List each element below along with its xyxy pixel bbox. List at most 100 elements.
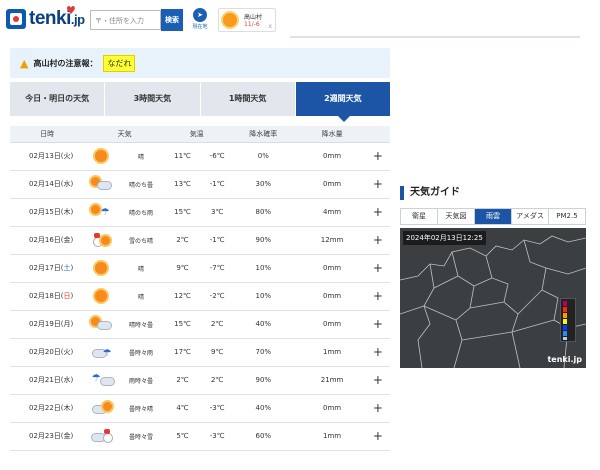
expand-plus-icon[interactable]: +	[365, 310, 390, 339]
guide-tab-satellite[interactable]: 衛星	[401, 209, 438, 224]
header-temp: 気温	[165, 126, 229, 143]
expand-plus-icon[interactable]: +	[365, 394, 390, 423]
rain-radar-map[interactable]: 2024年02月13日12:25 tenki.jp	[400, 228, 586, 368]
weather-label: 曇時々晴	[117, 394, 166, 423]
precip-probability: 90%	[228, 366, 299, 395]
table-row[interactable]: 02月14日(水) 晴のち曇 13℃ -1℃ 30% 0mm +	[10, 170, 390, 199]
tab-2-week[interactable]: 2週間天気	[295, 82, 390, 122]
header-pop: 降水確率	[228, 126, 299, 143]
forecast-date: 02月20日(火)	[10, 338, 85, 367]
advisory-banner: ▲ 高山村の注意報： なだれ	[10, 48, 390, 78]
tab-today-tomorrow[interactable]: 今日・明日の天気	[10, 82, 105, 116]
sunny-icon	[89, 259, 113, 277]
weather-label: 雪のち晴	[117, 226, 166, 255]
high-temp: 2℃	[165, 366, 200, 395]
precip-amount: 21mm	[298, 366, 366, 395]
expand-plus-icon[interactable]: +	[365, 282, 390, 311]
header-precip: 降水量	[298, 126, 366, 143]
current-location-button[interactable]: ➤ 現在地	[188, 8, 212, 32]
top-bar: tenki.jp ♥ 〒・住所を入力 検索 ➤ 現在地 高山村 11/-6 x	[0, 0, 600, 40]
guide-tab-rain-radar[interactable]: 雨雲	[475, 209, 512, 224]
forecast-date: 02月16日(金)	[10, 226, 85, 255]
expand-plus-icon[interactable]: +	[365, 170, 390, 199]
weather-label: 曇時々雪	[117, 422, 166, 451]
high-temp: 2℃	[165, 226, 200, 255]
guide-tab-weather-map[interactable]: 天気図	[438, 209, 475, 224]
cloudy-rain-icon: ☂	[89, 343, 113, 361]
expand-plus-icon[interactable]: +	[365, 254, 390, 283]
forecast-date: 02月18日(日)	[10, 282, 85, 311]
table-row[interactable]: 02月20日(火) ☂ 曇時々雨 17℃ 9℃ 70% 1mm +	[10, 338, 390, 367]
low-temp: 2℃	[199, 366, 229, 395]
table-row[interactable]: 02月19日(月) 晴時々曇 15℃ 2℃ 40% 0mm +	[10, 310, 390, 339]
tab-3-hour[interactable]: 3時間天気	[105, 82, 200, 116]
weather-label: 晴	[117, 142, 166, 171]
high-temp: 11℃	[165, 142, 200, 171]
weekday-char: 土	[63, 264, 71, 272]
guide-tab-amedas[interactable]: アメダス	[512, 209, 549, 224]
fav-place-name: 高山村	[244, 14, 263, 21]
sunny-icon	[89, 287, 113, 305]
precip-probability: 30%	[228, 170, 299, 199]
weather-label: 晴時々曇	[117, 310, 166, 339]
sunny-rain-icon: ☂	[89, 203, 113, 221]
favorite-location-card[interactable]: 高山村 11/-6 x	[218, 8, 276, 32]
precip-amount: 0mm	[298, 170, 366, 199]
table-row[interactable]: 02月17日(土) 晴 9℃ -7℃ 10% 0mm +	[10, 254, 390, 283]
weather-guide-title: 天気ガイド	[400, 186, 460, 200]
high-temp: 15℃	[165, 310, 200, 339]
table-row[interactable]: 02月13日(火) 晴 11℃ -6℃ 0% 0mm +	[10, 142, 390, 171]
high-temp: 12℃	[165, 282, 200, 311]
expand-plus-icon[interactable]: +	[365, 198, 390, 227]
map-watermark: tenki.jp	[547, 355, 582, 364]
table-row[interactable]: 02月16日(金) 雪のち晴 2℃ -1℃ 90% 12mm +	[10, 226, 390, 255]
sunny-cloudy-icon	[89, 175, 113, 193]
sunny-icon	[223, 13, 237, 27]
guide-tab-pm25[interactable]: PM2.5	[549, 209, 585, 224]
weather-label: 晴のち雨	[117, 198, 166, 227]
precip-legend	[560, 298, 576, 342]
rain-cloudy-icon: ☂	[89, 371, 115, 389]
high-temp: 4℃	[165, 394, 200, 423]
logo-text: tenki	[29, 8, 71, 29]
expand-plus-icon[interactable]: +	[365, 226, 390, 255]
low-temp: -1℃	[199, 170, 229, 199]
high-temp: 5℃	[165, 422, 200, 451]
table-row[interactable]: 02月21日(水) ☂ 雨時々曇 2℃ 2℃ 90% 21mm +	[10, 366, 390, 395]
table-row[interactable]: 02月23日(金) 曇時々雪 5℃ -3℃ 60% 1mm +	[10, 422, 390, 451]
weather-label: 晴	[117, 254, 166, 283]
precip-probability: 0%	[228, 142, 299, 171]
tab-1-hour[interactable]: 1時間天気	[200, 82, 295, 116]
precip-amount: 12mm	[298, 226, 366, 255]
high-temp: 17℃	[165, 338, 200, 367]
expand-plus-icon[interactable]: +	[365, 142, 390, 171]
expand-plus-icon[interactable]: +	[365, 366, 390, 395]
sunny-icon	[89, 147, 113, 165]
fav-close-button[interactable]: x	[268, 23, 272, 30]
table-row[interactable]: 02月22日(木) 曇時々晴 4℃ -3℃ 40% 0mm +	[10, 394, 390, 423]
logo-mark-icon	[6, 9, 26, 29]
table-row[interactable]: 02月18日(日) 晴 12℃ -2℃ 10% 0mm +	[10, 282, 390, 311]
low-temp: -6℃	[199, 142, 229, 171]
search-input[interactable]: 〒・住所を入力	[90, 10, 161, 30]
precip-amount: 0mm	[298, 254, 366, 283]
low-temp: 9℃	[199, 338, 229, 367]
header-weather: 天気	[84, 126, 166, 143]
cloudy-sunny-icon	[89, 399, 113, 417]
advisory-label: 高山村の注意報：	[33, 58, 98, 68]
advisory-avalanche-link[interactable]: なだれ	[103, 54, 136, 72]
precip-probability: 60%	[228, 422, 299, 451]
table-header-row: 日時 天気 気温 降水確率 降水量	[10, 126, 390, 143]
search-button[interactable]: 検索	[161, 9, 183, 31]
divider	[290, 36, 580, 38]
precip-probability: 90%	[228, 226, 299, 255]
weekday-char: 日	[63, 292, 71, 300]
table-row[interactable]: 02月15日(木) ☂ 晴のち雨 15℃ 3℃ 80% 4mm +	[10, 198, 390, 227]
weather-label: 曇時々雨	[117, 338, 166, 367]
radar-timestamp: 2024年02月13日12:25	[403, 231, 486, 245]
forecast-date: 02月19日(月)	[10, 310, 85, 339]
forecast-tabs: 今日・明日の天気 3時間天気 1時間天気 2週間天気	[10, 82, 390, 122]
expand-plus-icon[interactable]: +	[365, 422, 390, 451]
expand-plus-icon[interactable]: +	[365, 338, 390, 367]
tenki-logo[interactable]: tenki.jp ♥	[6, 4, 85, 30]
